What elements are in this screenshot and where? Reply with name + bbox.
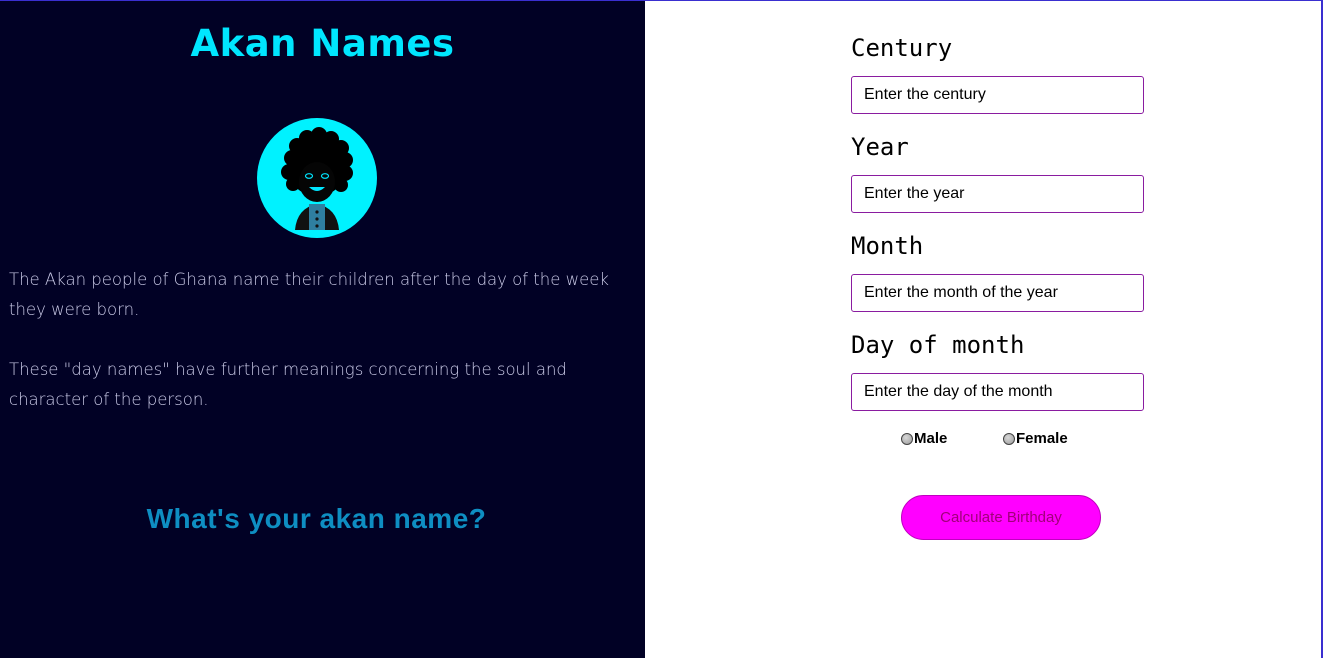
window-frame — [0, 0, 1323, 658]
